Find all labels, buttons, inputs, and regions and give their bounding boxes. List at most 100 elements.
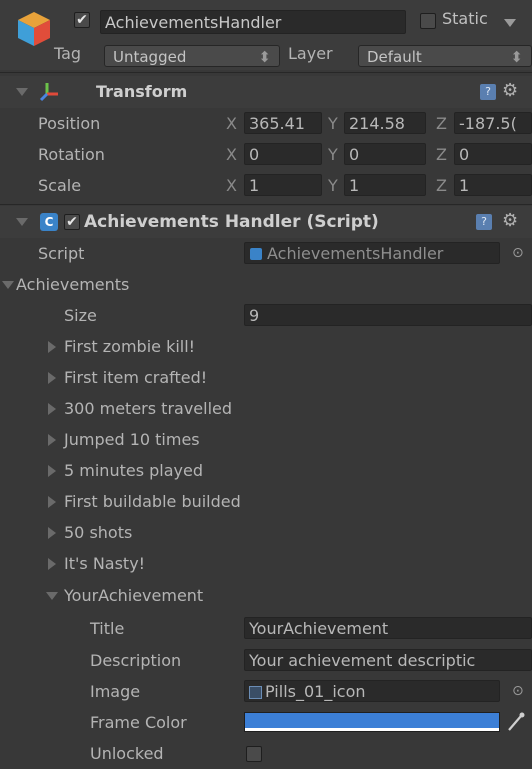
list-item[interactable]: Jumped 10 times bbox=[0, 424, 532, 455]
achievements-label: Achievements bbox=[16, 275, 130, 294]
unlocked-checkbox[interactable] bbox=[246, 746, 262, 762]
size-input[interactable]: 9 bbox=[244, 304, 532, 326]
image-object-picker-icon[interactable]: ⊙ bbox=[512, 676, 524, 707]
position-y-axis-label[interactable]: Y bbox=[328, 108, 338, 139]
list-item-label: First item crafted! bbox=[64, 368, 208, 387]
item-foldout-icon[interactable] bbox=[48, 465, 56, 477]
list-item-expanded[interactable]: YourAchievement bbox=[0, 580, 532, 611]
scale-z-axis-label[interactable]: Z bbox=[436, 170, 447, 201]
scale-x-axis-label[interactable]: X bbox=[226, 170, 237, 201]
layer-dropdown[interactable]: Default ⬍ bbox=[358, 45, 532, 67]
list-item[interactable]: First buildable builded bbox=[0, 486, 532, 517]
list-item[interactable]: It's Nasty! bbox=[0, 548, 532, 579]
item-foldout-icon[interactable] bbox=[48, 341, 56, 353]
achievements-foldout[interactable]: Achievements bbox=[0, 269, 532, 300]
object-picker-icon[interactable]: ⊙ bbox=[512, 238, 524, 269]
description-label: Description bbox=[90, 651, 182, 670]
transform-header[interactable] bbox=[0, 76, 532, 108]
unlocked-row: Unlocked bbox=[0, 738, 532, 769]
tag-dropdown-arrow-icon: ⬍ bbox=[258, 48, 271, 66]
object-name-input[interactable]: AchievementsHandler bbox=[100, 10, 406, 34]
separator bbox=[0, 72, 532, 73]
script-component-foldout-icon[interactable] bbox=[16, 218, 28, 226]
settings-gear-icon[interactable]: ⚙ bbox=[502, 80, 518, 101]
scale-y-axis-label[interactable]: Y bbox=[328, 170, 338, 201]
rotation-z-input[interactable]: 0 bbox=[454, 143, 532, 165]
tag-label: Tag bbox=[54, 44, 82, 63]
image-row: Image Pills_01_icon ⊙ bbox=[0, 676, 532, 707]
list-item-label: 300 meters travelled bbox=[64, 399, 233, 418]
active-checkbox[interactable]: ✔ bbox=[74, 12, 90, 28]
script-value: AchievementsHandler bbox=[267, 244, 444, 263]
description-row: Description Your achievement descriptic bbox=[0, 645, 532, 676]
sprite-icon bbox=[249, 686, 262, 699]
csharp-script-icon: C bbox=[40, 213, 58, 231]
frame-color-swatch[interactable] bbox=[244, 712, 500, 732]
list-item-label: First zombie kill! bbox=[64, 337, 196, 356]
unlocked-label: Unlocked bbox=[90, 744, 164, 763]
help-book-icon[interactable]: ? bbox=[480, 84, 496, 100]
list-item[interactable]: First item crafted! bbox=[0, 362, 532, 393]
separator bbox=[0, 204, 532, 205]
layer-label: Layer bbox=[288, 44, 333, 63]
list-item-label: First buildable builded bbox=[64, 492, 241, 511]
rotation-x-axis-label[interactable]: X bbox=[226, 139, 237, 170]
position-x-input[interactable]: 365.41 bbox=[244, 112, 322, 134]
position-x-axis-label[interactable]: X bbox=[226, 108, 237, 139]
rotation-label: Rotation bbox=[38, 145, 105, 164]
transform-foldout-icon[interactable] bbox=[16, 88, 28, 96]
scale-z-input[interactable]: 1 bbox=[454, 174, 532, 196]
tag-dropdown[interactable]: Untagged ⬍ bbox=[104, 45, 280, 67]
position-z-axis-label[interactable]: Z bbox=[436, 108, 447, 139]
scale-y-input[interactable]: 1 bbox=[344, 174, 426, 196]
transform-row-scale: Scale X 1 Y 1 Z 1 bbox=[0, 170, 532, 201]
script-component-title: Achievements Handler (Script) bbox=[84, 212, 379, 232]
script-settings-gear-icon[interactable]: ⚙ bbox=[502, 210, 518, 231]
position-y-input[interactable]: 214.58 bbox=[344, 112, 426, 134]
item-foldout-icon[interactable] bbox=[48, 372, 56, 384]
script-object-field[interactable]: AchievementsHandler bbox=[244, 242, 500, 264]
item-foldout-icon[interactable] bbox=[48, 434, 56, 446]
rotation-y-input[interactable]: 0 bbox=[344, 143, 426, 165]
position-label: Position bbox=[38, 114, 101, 133]
item-foldout-icon[interactable] bbox=[48, 403, 56, 415]
static-label[interactable]: Static bbox=[442, 9, 488, 28]
script-enabled-checkbox[interactable]: ✔ bbox=[64, 214, 80, 230]
frame-color-label: Frame Color bbox=[90, 713, 187, 732]
script-label: Script bbox=[38, 244, 85, 263]
image-value: Pills_01_icon bbox=[265, 682, 366, 701]
frame-color-row: Frame Color bbox=[0, 707, 532, 738]
item-foldout-icon[interactable] bbox=[48, 558, 56, 570]
rotation-x-input[interactable]: 0 bbox=[244, 143, 322, 165]
description-input[interactable]: Your achievement descriptic bbox=[244, 649, 532, 671]
list-item[interactable]: 5 minutes played bbox=[0, 455, 532, 486]
scale-label: Scale bbox=[38, 176, 82, 195]
script-file-icon bbox=[250, 248, 262, 260]
list-item-label: 50 shots bbox=[64, 523, 133, 542]
position-z-input[interactable]: -187.5( bbox=[454, 112, 532, 134]
image-object-field[interactable]: Pills_01_icon bbox=[244, 680, 500, 702]
static-checkbox[interactable] bbox=[420, 13, 436, 29]
list-item-label: It's Nasty! bbox=[64, 554, 146, 573]
transform-title: Transform bbox=[96, 82, 188, 101]
list-item[interactable]: 300 meters travelled bbox=[0, 393, 532, 424]
script-help-book-icon[interactable]: ? bbox=[476, 214, 492, 230]
size-row: Size 9 bbox=[0, 300, 532, 331]
tag-value: Untagged bbox=[113, 48, 187, 66]
layer-value: Default bbox=[367, 48, 422, 66]
scale-x-input[interactable]: 1 bbox=[244, 174, 322, 196]
script-row: Script AchievementsHandler ⊙ bbox=[0, 238, 532, 269]
item-foldout-icon[interactable] bbox=[48, 496, 56, 508]
list-item[interactable]: 50 shots bbox=[0, 517, 532, 548]
transform-row-rotation: Rotation X 0 Y 0 Z 0 bbox=[0, 139, 532, 170]
item-foldout-icon[interactable] bbox=[48, 527, 56, 539]
achievements-foldout-icon[interactable] bbox=[2, 281, 14, 289]
rotation-z-axis-label[interactable]: Z bbox=[436, 139, 447, 170]
list-item[interactable]: First zombie kill! bbox=[0, 331, 532, 362]
static-dropdown-arrow-icon[interactable] bbox=[504, 19, 516, 27]
frame-color-alpha-bar bbox=[245, 728, 499, 731]
title-input[interactable]: YourAchievement bbox=[244, 617, 532, 639]
transform-axes-icon bbox=[38, 80, 60, 102]
item-foldout-icon[interactable] bbox=[46, 592, 58, 600]
rotation-y-axis-label[interactable]: Y bbox=[328, 139, 338, 170]
